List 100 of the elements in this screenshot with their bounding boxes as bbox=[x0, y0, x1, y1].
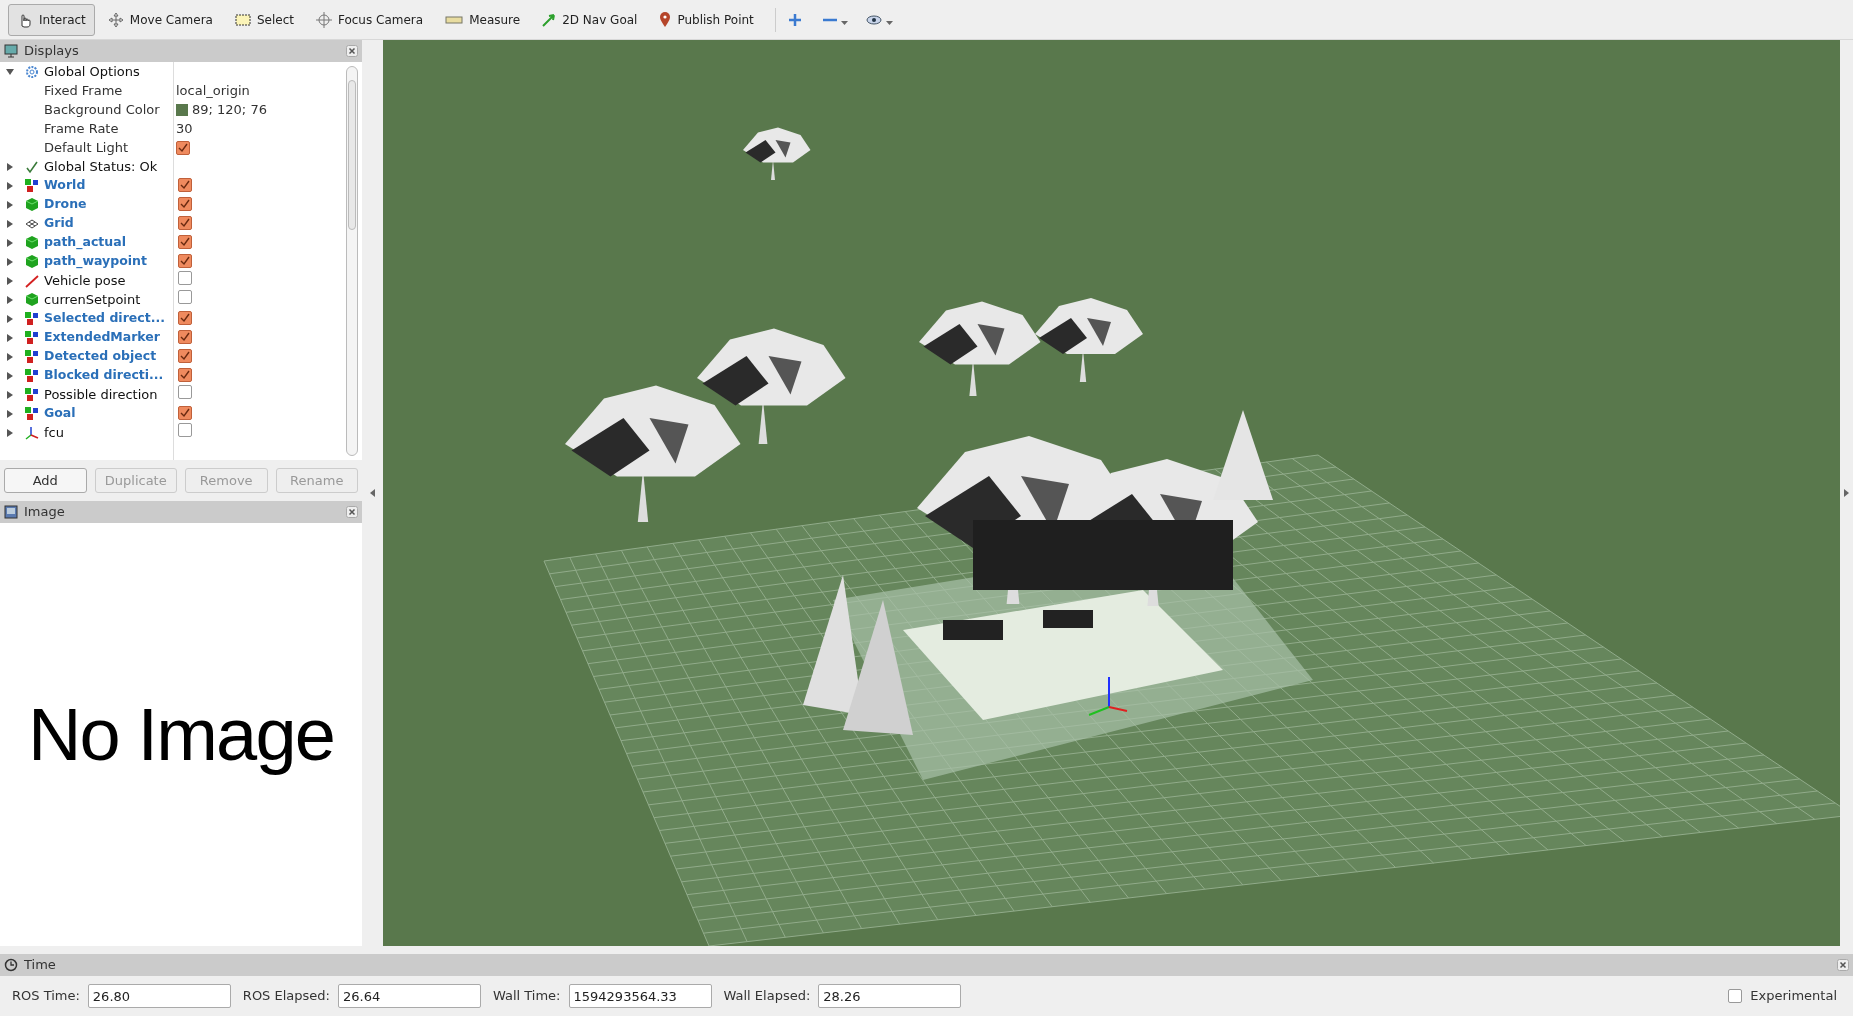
display-name[interactable]: ExtendedMarker bbox=[44, 328, 175, 347]
collapsed-arrow-icon[interactable] bbox=[6, 276, 14, 285]
tool-button[interactable]: Move Camera bbox=[98, 3, 222, 36]
crosshair-icon bbox=[315, 11, 332, 28]
checkbox-label: Experimental bbox=[1750, 987, 1837, 1006]
time-field[interactable]: 1594293564.33 bbox=[568, 984, 712, 1008]
collapsed-arrow-icon[interactable] bbox=[6, 428, 14, 437]
collapsed-arrow-icon[interactable] bbox=[6, 409, 14, 418]
panel-title: Displays bbox=[24, 42, 79, 61]
property-name: Background Color bbox=[43, 100, 161, 119]
collapsed-arrow-icon[interactable] bbox=[6, 314, 14, 323]
colored-cubes-icon bbox=[24, 386, 40, 403]
display-name[interactable]: currenSetpoint bbox=[44, 289, 175, 310]
axes-icon bbox=[25, 425, 39, 440]
checkbox[interactable] bbox=[1728, 989, 1743, 1003]
close-icon[interactable] bbox=[346, 506, 358, 518]
checkbox[interactable] bbox=[178, 367, 192, 382]
expand-arrow-icon[interactable] bbox=[1844, 489, 1849, 497]
checkbox[interactable] bbox=[178, 310, 192, 325]
collapse-arrow-icon[interactable] bbox=[370, 489, 375, 497]
property-name: Fixed Frame bbox=[43, 81, 124, 100]
time-field[interactable]: 26.64 bbox=[337, 984, 481, 1008]
checkbox[interactable] bbox=[178, 234, 192, 249]
close-icon[interactable] bbox=[1837, 959, 1849, 971]
collapsed-arrow-icon[interactable] bbox=[6, 162, 14, 171]
property-value[interactable]: 30 bbox=[176, 118, 193, 139]
tool-button[interactable]: Interact bbox=[8, 3, 95, 36]
checkbox[interactable] bbox=[178, 348, 192, 363]
collapsed-arrow-icon[interactable] bbox=[6, 200, 14, 209]
colored-cubes-icon bbox=[24, 310, 40, 327]
panel-button[interactable]: Add bbox=[4, 468, 87, 493]
display-name[interactable]: Selected direct... bbox=[44, 309, 175, 328]
property-name: Default Light bbox=[43, 138, 130, 157]
field-label: Wall Elapsed: bbox=[723, 987, 811, 1006]
property-name: Frame Rate bbox=[43, 119, 120, 138]
scrollbar[interactable] bbox=[346, 66, 358, 456]
checkbox[interactable] bbox=[176, 140, 190, 155]
display-name[interactable]: path_actual bbox=[44, 233, 175, 252]
display-name[interactable]: Grid bbox=[44, 214, 175, 233]
display-name[interactable]: Global Status: Ok bbox=[44, 156, 175, 177]
display-name[interactable]: fcu bbox=[44, 422, 175, 443]
no-image-text: No Image bbox=[28, 692, 334, 778]
cube-icon bbox=[25, 254, 39, 269]
collapsed-arrow-icon[interactable] bbox=[6, 371, 14, 380]
collapsed-arrow-icon[interactable] bbox=[6, 181, 14, 190]
collapsed-arrow-icon[interactable] bbox=[6, 390, 14, 399]
tool-button[interactable]: 2D Nav Goal bbox=[533, 3, 647, 36]
plus-icon[interactable] bbox=[787, 12, 802, 27]
collapsed-arrow-icon[interactable] bbox=[6, 333, 14, 342]
collapsed-arrow-icon[interactable] bbox=[6, 257, 14, 266]
field-label: ROS Elapsed: bbox=[242, 987, 330, 1006]
tool-button[interactable]: Measure bbox=[436, 3, 530, 36]
collapsed-arrow-icon[interactable] bbox=[6, 295, 14, 304]
time-field[interactable]: 28.26 bbox=[818, 984, 962, 1008]
colored-cubes-icon bbox=[24, 348, 40, 365]
time-field[interactable]: 26.80 bbox=[87, 984, 231, 1008]
tool-button[interactable]: Focus Camera bbox=[306, 3, 433, 36]
panel-title: Time bbox=[24, 956, 56, 975]
checkbox[interactable] bbox=[178, 384, 192, 399]
checkbox[interactable] bbox=[178, 196, 192, 211]
cube-icon bbox=[25, 197, 39, 212]
checkbox[interactable] bbox=[178, 289, 192, 304]
grid-icon bbox=[25, 218, 39, 229]
property-value[interactable]: local_origin bbox=[176, 80, 250, 101]
expanded-arrow-icon[interactable] bbox=[6, 67, 14, 76]
display-name[interactable]: Goal bbox=[44, 404, 175, 423]
display-name[interactable]: World bbox=[44, 176, 175, 195]
display-name[interactable]: Possible direction bbox=[44, 384, 175, 405]
tool-button[interactable]: Publish Point bbox=[650, 3, 763, 36]
display-name[interactable]: Vehicle pose bbox=[44, 270, 175, 291]
arrow-icon bbox=[542, 12, 557, 27]
eye-dropdown-icon[interactable] bbox=[865, 12, 896, 27]
diagonal-line-icon bbox=[25, 273, 39, 288]
checkbox[interactable] bbox=[178, 215, 192, 230]
checkbox[interactable] bbox=[178, 405, 192, 420]
collapsed-arrow-icon[interactable] bbox=[6, 238, 14, 247]
checkbox[interactable] bbox=[178, 177, 192, 192]
ruler-icon bbox=[445, 15, 464, 24]
display-name[interactable]: Blocked directi... bbox=[44, 366, 175, 385]
display-name[interactable]: path_waypoint bbox=[44, 252, 175, 271]
checkbox[interactable] bbox=[178, 329, 192, 344]
display-name[interactable]: Global Options bbox=[44, 62, 175, 82]
checkbox[interactable] bbox=[178, 270, 192, 285]
cube-icon bbox=[25, 235, 39, 250]
panel-title: Image bbox=[24, 503, 65, 522]
checkbox[interactable] bbox=[178, 253, 192, 268]
property-value[interactable]: 89; 120; 76 bbox=[192, 99, 267, 120]
3d-viewport[interactable] bbox=[383, 40, 1840, 946]
move-arrows-icon bbox=[107, 11, 124, 28]
close-icon[interactable] bbox=[346, 45, 358, 57]
field-label: ROS Time: bbox=[12, 987, 80, 1006]
display-name[interactable]: Detected object bbox=[44, 347, 175, 366]
cube-icon bbox=[25, 292, 39, 307]
colored-cubes-icon bbox=[24, 329, 40, 346]
tool-button[interactable]: Select bbox=[225, 3, 303, 36]
display-name[interactable]: Drone bbox=[44, 195, 175, 214]
clock-icon bbox=[4, 958, 18, 972]
checkbox[interactable] bbox=[178, 422, 192, 437]
collapsed-arrow-icon[interactable] bbox=[6, 219, 14, 228]
collapsed-arrow-icon[interactable] bbox=[6, 352, 14, 361]
